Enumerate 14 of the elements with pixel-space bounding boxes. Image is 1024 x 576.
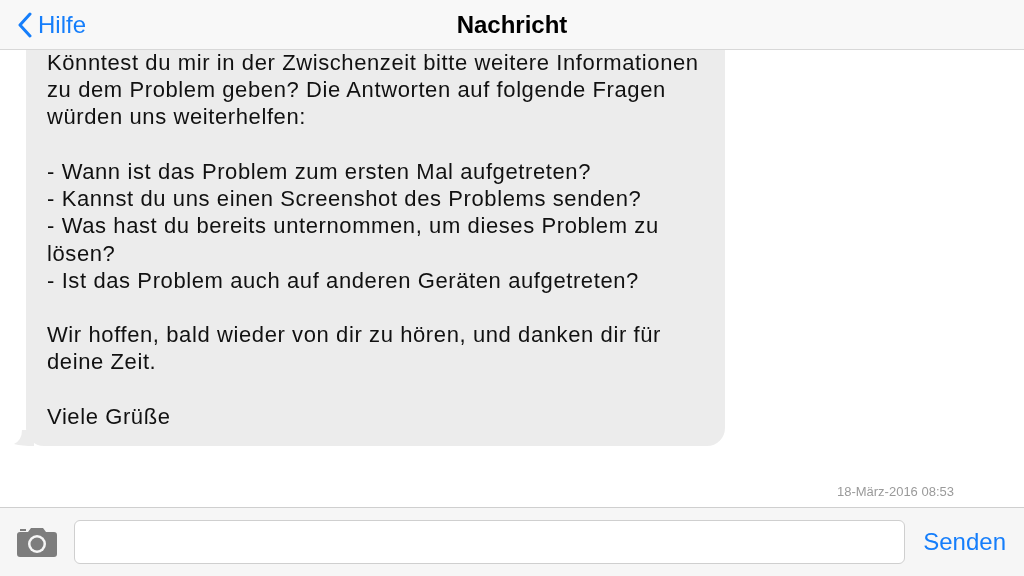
chevron-left-icon (18, 11, 32, 38)
back-button[interactable]: Hilfe (0, 10, 86, 39)
message-text: Viele Grüße (47, 402, 172, 430)
message-text: - Ist das Problem auch auf anderen Geräten aufgetreten? (47, 266, 640, 295)
message-text: - Kannst du uns einen Screenshot des Problems senden? (47, 184, 643, 213)
send-button[interactable]: Senden (919, 528, 1008, 556)
message-text: - Wann ist das Problem zum ersten Mal aufgetreten? (47, 157, 592, 185)
message-timestamp: 18-März-2016 08:53 (836, 484, 954, 499)
message-input-field[interactable] (74, 520, 906, 564)
message-text: Wir hoffen, bald wieder von dir zu hören, und danken dir für deine Zeit. (47, 321, 663, 376)
message-text: Könntest du mir in der Zwischenzeit bitte weitere Informationen zu dem Problem geben? Die Antworten auf folgende Fragen würden uns weiterhelfen: (47, 50, 700, 131)
camera-icon[interactable] (16, 526, 58, 558)
message-text: - Was hast du bereits unternommen, um dieses Problem zu lösen? (47, 212, 660, 267)
screen-title: Nachricht (456, 10, 568, 39)
